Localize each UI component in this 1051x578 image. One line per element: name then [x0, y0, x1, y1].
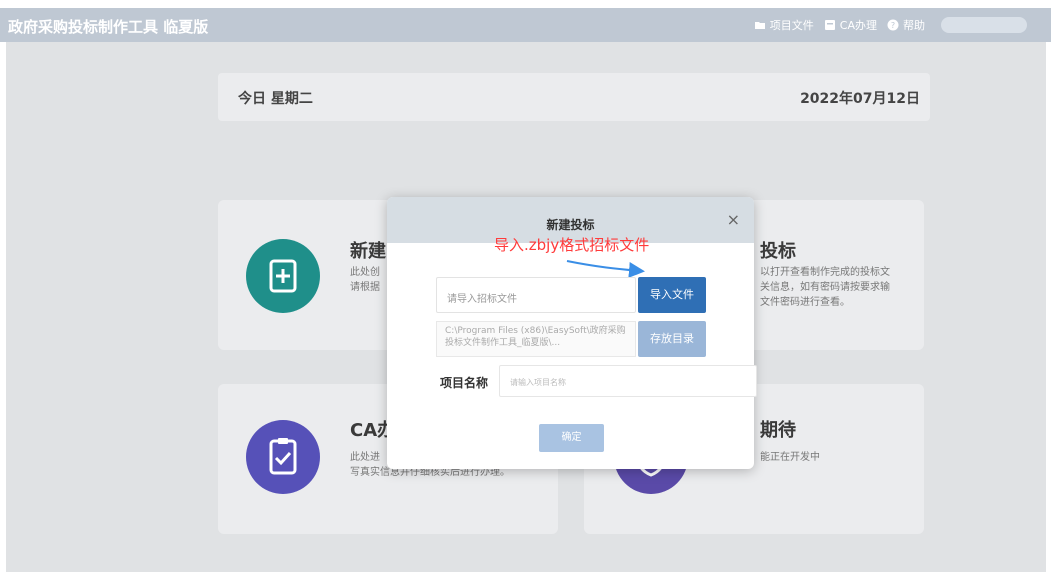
- feature-title: 期待: [760, 420, 796, 441]
- annotation-arrow-icon: [566, 260, 645, 278]
- top-action-label: CA办理: [839, 19, 877, 32]
- top-actions: 项目文件 CA办理 ? 帮助: [754, 17, 1027, 33]
- import-file-input[interactable]: 请导入招标文件: [436, 277, 636, 313]
- title-bar: 政府采购投标制作工具 临夏版 项目文件 CA办理 ? 帮助: [0, 8, 1051, 42]
- top-action-help[interactable]: ? 帮助: [887, 17, 925, 33]
- svg-text:?: ?: [891, 21, 895, 30]
- new-bid-dialog: 新建投标 × 导入.zbjy格式招标文件 请导入招标文件 导入文件 C:\Pro…: [387, 197, 757, 469]
- date-label: 2022年07月12日: [800, 91, 920, 107]
- project-name-row: 项目名称 请输入项目名称: [440, 365, 757, 397]
- feature-new-circle: [246, 239, 320, 313]
- top-action-ca[interactable]: CA办理: [824, 17, 877, 33]
- storage-directory-button[interactable]: 存放目录: [638, 321, 706, 357]
- feature-title: 投标: [760, 241, 796, 262]
- app-title: 政府采购投标制作工具 临夏版: [8, 18, 209, 36]
- user-account[interactable]: [941, 17, 1027, 33]
- help-icon: ?: [887, 19, 899, 31]
- card-icon: [824, 20, 835, 30]
- top-action-project-files[interactable]: 项目文件: [754, 17, 814, 33]
- new-document-icon: [269, 259, 297, 293]
- clipboard-check-icon: [269, 438, 297, 475]
- project-name-label: 项目名称: [440, 376, 489, 390]
- close-icon[interactable]: ×: [727, 210, 740, 229]
- feature-desc: 以打开查看制作完成的投标文 关信息，如有密码请按要求输 文件密码进行查看。: [760, 267, 890, 308]
- folder-icon: [754, 22, 765, 29]
- dialog-title: 新建投标: [546, 218, 595, 232]
- confirm-button[interactable]: 确定: [539, 424, 604, 452]
- top-action-label: 帮助: [903, 19, 925, 32]
- feature-ca-circle: [246, 420, 320, 494]
- top-strip: [0, 0, 1051, 8]
- top-action-label: 项目文件: [769, 19, 814, 32]
- feature-title: 新建: [350, 241, 386, 262]
- feature-desc: 能正在开发中: [760, 452, 820, 463]
- project-name-input[interactable]: 请输入项目名称: [499, 365, 757, 397]
- import-row: 请导入招标文件 导入文件: [436, 277, 706, 313]
- directory-row: C:\Program Files (x86)\EasySoft\政府采购投标文件…: [436, 321, 706, 357]
- import-file-button[interactable]: 导入文件: [638, 277, 706, 313]
- directory-path: C:\Program Files (x86)\EasySoft\政府采购投标文件…: [436, 321, 636, 357]
- date-card: 今日 星期二 2022年07月12日: [218, 73, 930, 121]
- weekday-label: 今日 星期二: [238, 91, 313, 107]
